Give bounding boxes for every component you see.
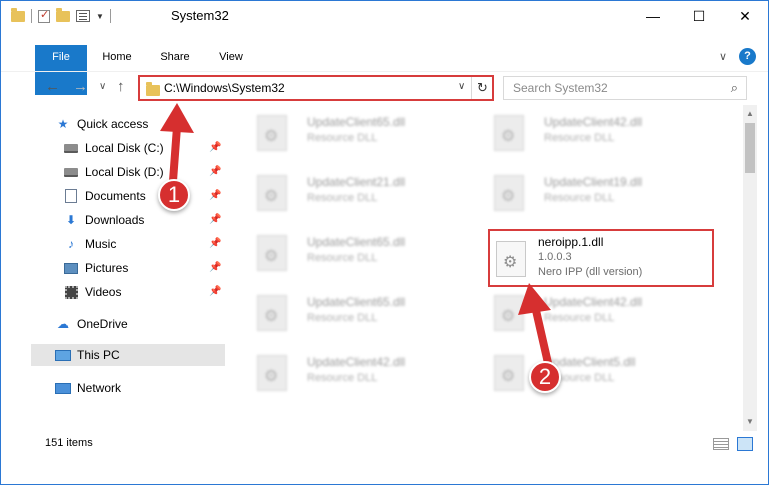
window-title: System32 bbox=[171, 8, 229, 23]
scroll-up-icon[interactable]: ▲ bbox=[746, 109, 754, 118]
dll-file-icon bbox=[494, 175, 524, 211]
pin-icon[interactable]: 📌 bbox=[209, 286, 221, 297]
drive-icon bbox=[63, 141, 79, 155]
explorer-window: ▼ System32 — ☐ ✕ File Home Share View ∨ … bbox=[0, 0, 769, 485]
star-icon: ★ bbox=[57, 117, 69, 131]
ribbon-tabs: File Home Share View ∨ ? bbox=[1, 45, 768, 95]
search-icon[interactable]: ⌕ bbox=[731, 80, 738, 96]
file-item[interactable]: UpdateClient42.dll Resource DLL bbox=[474, 109, 704, 159]
forward-button[interactable]: → bbox=[73, 78, 88, 95]
nav-documents[interactable]: Documents bbox=[63, 185, 146, 207]
up-button[interactable]: ↑ bbox=[117, 78, 125, 95]
tab-home[interactable]: Home bbox=[97, 45, 137, 69]
dll-file-icon bbox=[257, 355, 287, 391]
file-item[interactable]: UpdateClient19.dll Resource DLL bbox=[474, 169, 704, 219]
file-item[interactable]: UpdateClient42.dll Resource DLL bbox=[474, 289, 704, 339]
documents-icon bbox=[63, 189, 79, 203]
pictures-icon bbox=[63, 261, 79, 275]
pin-icon[interactable]: 📌 bbox=[209, 190, 221, 201]
qat-separator bbox=[31, 9, 32, 23]
close-button[interactable]: ✕ bbox=[722, 1, 768, 31]
status-bar: 151 items bbox=[1, 433, 768, 455]
file-item[interactable]: UpdateClient65.dll Resource DLL bbox=[237, 289, 467, 339]
nav-onedrive[interactable]: ☁ OneDrive bbox=[55, 313, 128, 335]
cloud-icon: ☁ bbox=[57, 317, 69, 331]
tab-view[interactable]: View bbox=[211, 45, 251, 69]
dll-file-icon bbox=[494, 355, 524, 391]
nav-quick-access[interactable]: ★ Quick access bbox=[55, 113, 149, 135]
drive-icon bbox=[63, 165, 79, 179]
maximize-button[interactable]: ☐ bbox=[676, 1, 722, 31]
details-view-icon[interactable] bbox=[713, 438, 729, 450]
file-item[interactable]: UpdateClient21.dll Resource DLL bbox=[237, 169, 467, 219]
vertical-scrollbar[interactable]: ▲ ▼ bbox=[743, 105, 757, 431]
nav-music[interactable]: ♪ Music bbox=[63, 233, 116, 255]
qat-customize-dropdown-icon[interactable]: ▼ bbox=[96, 12, 104, 21]
pin-icon[interactable]: 📌 bbox=[209, 238, 221, 249]
qat-separator bbox=[109, 9, 111, 23]
nav-pictures[interactable]: Pictures bbox=[63, 257, 128, 279]
title-bar: ▼ System32 — ☐ ✕ bbox=[1, 1, 768, 31]
search-box[interactable]: Search System32 ⌕ bbox=[503, 76, 747, 100]
back-button[interactable]: ← bbox=[45, 78, 60, 95]
file-name: neroipp.1.dll bbox=[538, 235, 604, 249]
folder-icon bbox=[146, 82, 160, 96]
nav-local-disk-c[interactable]: Local Disk (C:) bbox=[63, 137, 164, 159]
nav-downloads[interactable]: ⬇ Downloads bbox=[63, 209, 144, 231]
navigation-bar: ← → ∨ ↑ C:\Windows\System32 ∨ ↻ Search S… bbox=[1, 71, 768, 103]
dll-file-icon bbox=[496, 241, 526, 277]
recent-locations-button[interactable]: ∨ bbox=[99, 81, 106, 92]
new-folder-icon[interactable] bbox=[56, 7, 70, 22]
pin-icon[interactable]: 📌 bbox=[209, 214, 221, 225]
step-1-callout: 1 bbox=[158, 179, 190, 211]
nav-network[interactable]: Network bbox=[55, 377, 121, 399]
music-icon: ♪ bbox=[68, 237, 74, 251]
pin-icon[interactable]: 📌 bbox=[209, 262, 221, 273]
highlighted-file-neroipp[interactable]: neroipp.1.dll 1.0.0.3 Nero IPP (dll vers… bbox=[488, 229, 714, 287]
videos-icon bbox=[63, 285, 79, 299]
pin-icon[interactable]: 📌 bbox=[209, 166, 221, 177]
expand-ribbon-icon[interactable]: ∨ bbox=[719, 50, 727, 63]
window-controls: — ☐ ✕ bbox=[630, 1, 768, 31]
nav-local-disk-d[interactable]: Local Disk (D:) bbox=[63, 161, 164, 183]
nav-this-pc[interactable]: This PC bbox=[31, 344, 225, 366]
dll-file-icon bbox=[257, 235, 287, 271]
step-2-callout: 2 bbox=[529, 361, 561, 393]
file-version: 1.0.0.3 bbox=[538, 251, 572, 263]
large-icons-view-icon[interactable] bbox=[737, 437, 753, 451]
address-bar[interactable]: C:\Windows\System32 ∨ ↻ bbox=[138, 75, 494, 101]
downloads-icon: ⬇ bbox=[65, 213, 77, 227]
file-item[interactable]: UpdateClient42.dll Resource DLL bbox=[237, 349, 467, 399]
help-icon[interactable]: ? bbox=[739, 48, 756, 65]
dll-file-icon bbox=[494, 295, 524, 331]
address-path[interactable]: C:\Windows\System32 bbox=[164, 81, 285, 95]
network-icon bbox=[55, 381, 71, 395]
file-item[interactable]: UpdateClient65.dll Resource DLL bbox=[237, 229, 467, 279]
dll-file-icon bbox=[494, 115, 524, 151]
item-count: 151 items bbox=[45, 437, 93, 449]
refresh-button[interactable]: ↻ bbox=[471, 77, 493, 99]
file-item[interactable]: UpdateClient65.dll Resource DLL bbox=[237, 109, 467, 159]
folder-icon bbox=[11, 7, 25, 22]
search-input[interactable]: Search System32 bbox=[513, 81, 608, 95]
tab-share[interactable]: Share bbox=[155, 45, 195, 69]
dll-file-icon bbox=[257, 115, 287, 151]
properties-check-icon[interactable] bbox=[38, 8, 50, 23]
file-list: UpdateClient65.dll Resource DLL UpdateCl… bbox=[229, 105, 741, 431]
dll-file-icon bbox=[257, 295, 287, 331]
address-dropdown-icon[interactable]: ∨ bbox=[458, 81, 465, 92]
pin-icon[interactable]: 📌 bbox=[209, 142, 221, 153]
scroll-thumb[interactable] bbox=[745, 123, 755, 173]
file-item[interactable]: UpdateClient5.dll Resource DLL bbox=[474, 349, 704, 399]
computer-icon bbox=[55, 348, 71, 362]
navigation-pane: ★ Quick access Local Disk (C:) 📌 Local D… bbox=[1, 105, 227, 431]
minimize-button[interactable]: — bbox=[630, 1, 676, 31]
quick-access-toolbar: ▼ bbox=[11, 7, 111, 23]
file-description: Nero IPP (dll version) bbox=[538, 266, 643, 278]
scroll-down-icon[interactable]: ▼ bbox=[746, 417, 754, 426]
dll-file-icon bbox=[257, 175, 287, 211]
qat-properties-icon[interactable] bbox=[76, 10, 90, 22]
nav-videos[interactable]: Videos bbox=[63, 281, 121, 303]
